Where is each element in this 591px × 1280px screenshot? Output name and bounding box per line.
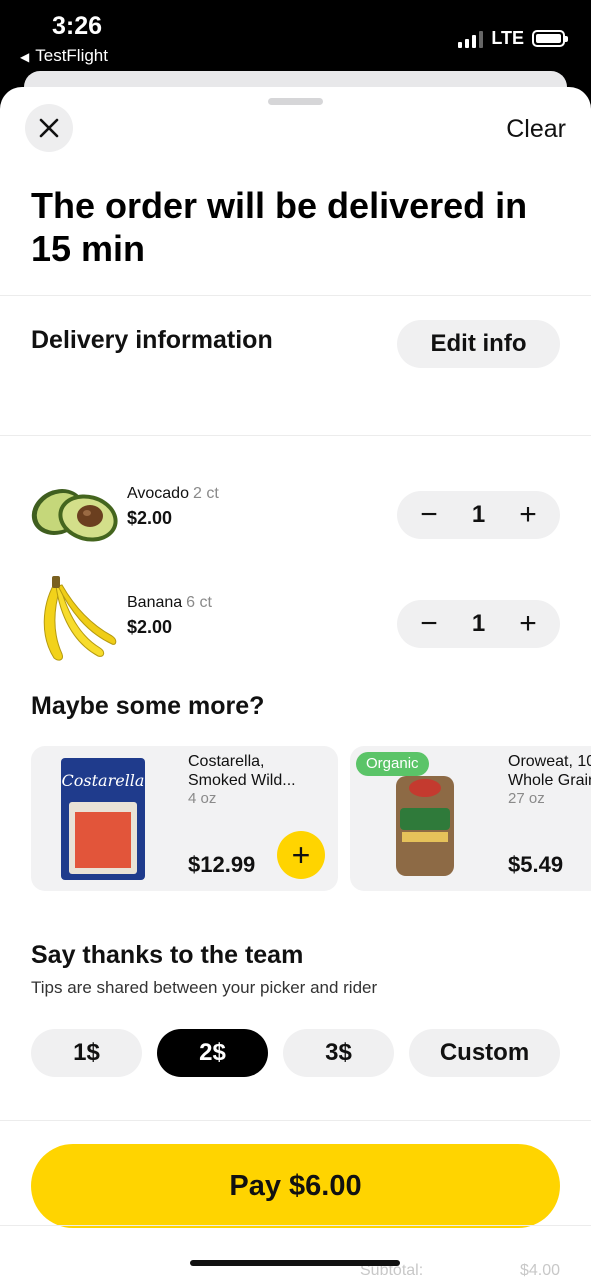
quantity-value: 1 bbox=[471, 501, 486, 528]
item-name: Avocado bbox=[127, 485, 189, 502]
item-qty: 6 ct bbox=[186, 594, 212, 611]
quantity-stepper: − 1 + bbox=[397, 491, 560, 539]
cart-item-avocado: Avocado 2 ct $2.00 − 1 + bbox=[0, 471, 591, 561]
banana-image bbox=[43, 576, 117, 661]
delivery-info-label: Delivery information bbox=[31, 326, 273, 354]
decrement-button[interactable]: − bbox=[415, 609, 443, 639]
network-label: LTE bbox=[491, 28, 524, 48]
divider bbox=[0, 1225, 591, 1226]
product-name-line: Whole Grain bbox=[508, 772, 591, 789]
item-name: Banana bbox=[127, 594, 183, 611]
item-qty: 2 ct bbox=[192, 485, 219, 502]
product-name: Costarella, Smoked Wild... bbox=[188, 752, 296, 790]
status-right: LTE bbox=[458, 28, 568, 49]
product-size: 27 oz bbox=[508, 790, 545, 807]
product-price: $12.99 bbox=[188, 852, 256, 877]
organic-badge: Organic bbox=[356, 752, 429, 776]
product-card[interactable]: Costarella Costarella, Smoked Wild... 4 o… bbox=[31, 746, 338, 891]
bread-image bbox=[396, 776, 454, 876]
cart-item-name: Banana 6 ct bbox=[127, 594, 212, 612]
quantity-value: 1 bbox=[471, 610, 486, 637]
divider bbox=[0, 295, 591, 296]
svg-text:Costarella: Costarella bbox=[62, 771, 145, 790]
tip-option-3[interactable]: 3$ bbox=[283, 1029, 394, 1077]
tip-option-2[interactable]: 2$ bbox=[157, 1029, 268, 1077]
quantity-stepper: − 1 + bbox=[397, 600, 560, 648]
smoked-salmon-image: Costarella bbox=[61, 758, 145, 880]
sheet-grabber[interactable] bbox=[268, 98, 323, 105]
divider bbox=[0, 1120, 591, 1121]
product-card[interactable]: Organic Oroweat, 10 Whole Grain 27 oz $5.… bbox=[350, 746, 591, 891]
divider bbox=[0, 435, 591, 436]
tips-heading: Say thanks to the team bbox=[31, 941, 304, 969]
increment-button[interactable]: + bbox=[514, 609, 542, 639]
close-button[interactable] bbox=[25, 104, 73, 152]
back-to-app-link[interactable]: ◀ TestFlight bbox=[20, 46, 108, 66]
avocado-image bbox=[31, 489, 118, 542]
upsell-heading: Maybe some more? bbox=[31, 692, 265, 720]
page-title: The order will be delivered in 15 min bbox=[31, 185, 528, 269]
add-to-cart-button[interactable]: + bbox=[277, 831, 325, 879]
subtotal-value: $4.00 bbox=[519, 1262, 560, 1279]
product-name: Oroweat, 10 Whole Grain bbox=[508, 752, 591, 790]
pay-button[interactable]: Pay $6.00 bbox=[31, 1144, 560, 1228]
tips-subtitle: Tips are shared between your picker and … bbox=[31, 978, 378, 997]
increment-button[interactable]: + bbox=[514, 500, 542, 530]
product-name-line: Smoked Wild... bbox=[188, 772, 296, 789]
back-triangle-icon: ◀ bbox=[20, 50, 30, 64]
tip-option-1[interactable]: 1$ bbox=[31, 1029, 142, 1077]
decrement-button[interactable]: − bbox=[415, 500, 443, 530]
product-name-line: Oroweat, 10 bbox=[508, 753, 591, 770]
clear-button[interactable]: Clear bbox=[506, 115, 566, 144]
signal-icon bbox=[458, 30, 484, 48]
product-size: 4 oz bbox=[188, 790, 217, 807]
edit-info-button[interactable]: Edit info bbox=[397, 320, 560, 368]
tip-option-custom[interactable]: Custom bbox=[409, 1029, 560, 1077]
battery-icon bbox=[532, 30, 568, 47]
back-app-label: TestFlight bbox=[35, 46, 108, 65]
product-name-line: Costarella, bbox=[188, 753, 265, 770]
product-price: $5.49 bbox=[508, 852, 564, 877]
close-icon bbox=[39, 118, 59, 138]
item-price: $2.00 bbox=[127, 617, 173, 637]
cart-item-banana: Banana 6 ct $2.00 − 1 + bbox=[0, 576, 591, 670]
home-indicator[interactable] bbox=[190, 1260, 400, 1266]
status-time: 3:26 bbox=[52, 12, 103, 40]
checkout-sheet: Clear The order will be delivered in 15 … bbox=[0, 87, 591, 1280]
cart-item-name: Avocado 2 ct bbox=[127, 485, 219, 503]
item-price: $2.00 bbox=[127, 508, 173, 528]
